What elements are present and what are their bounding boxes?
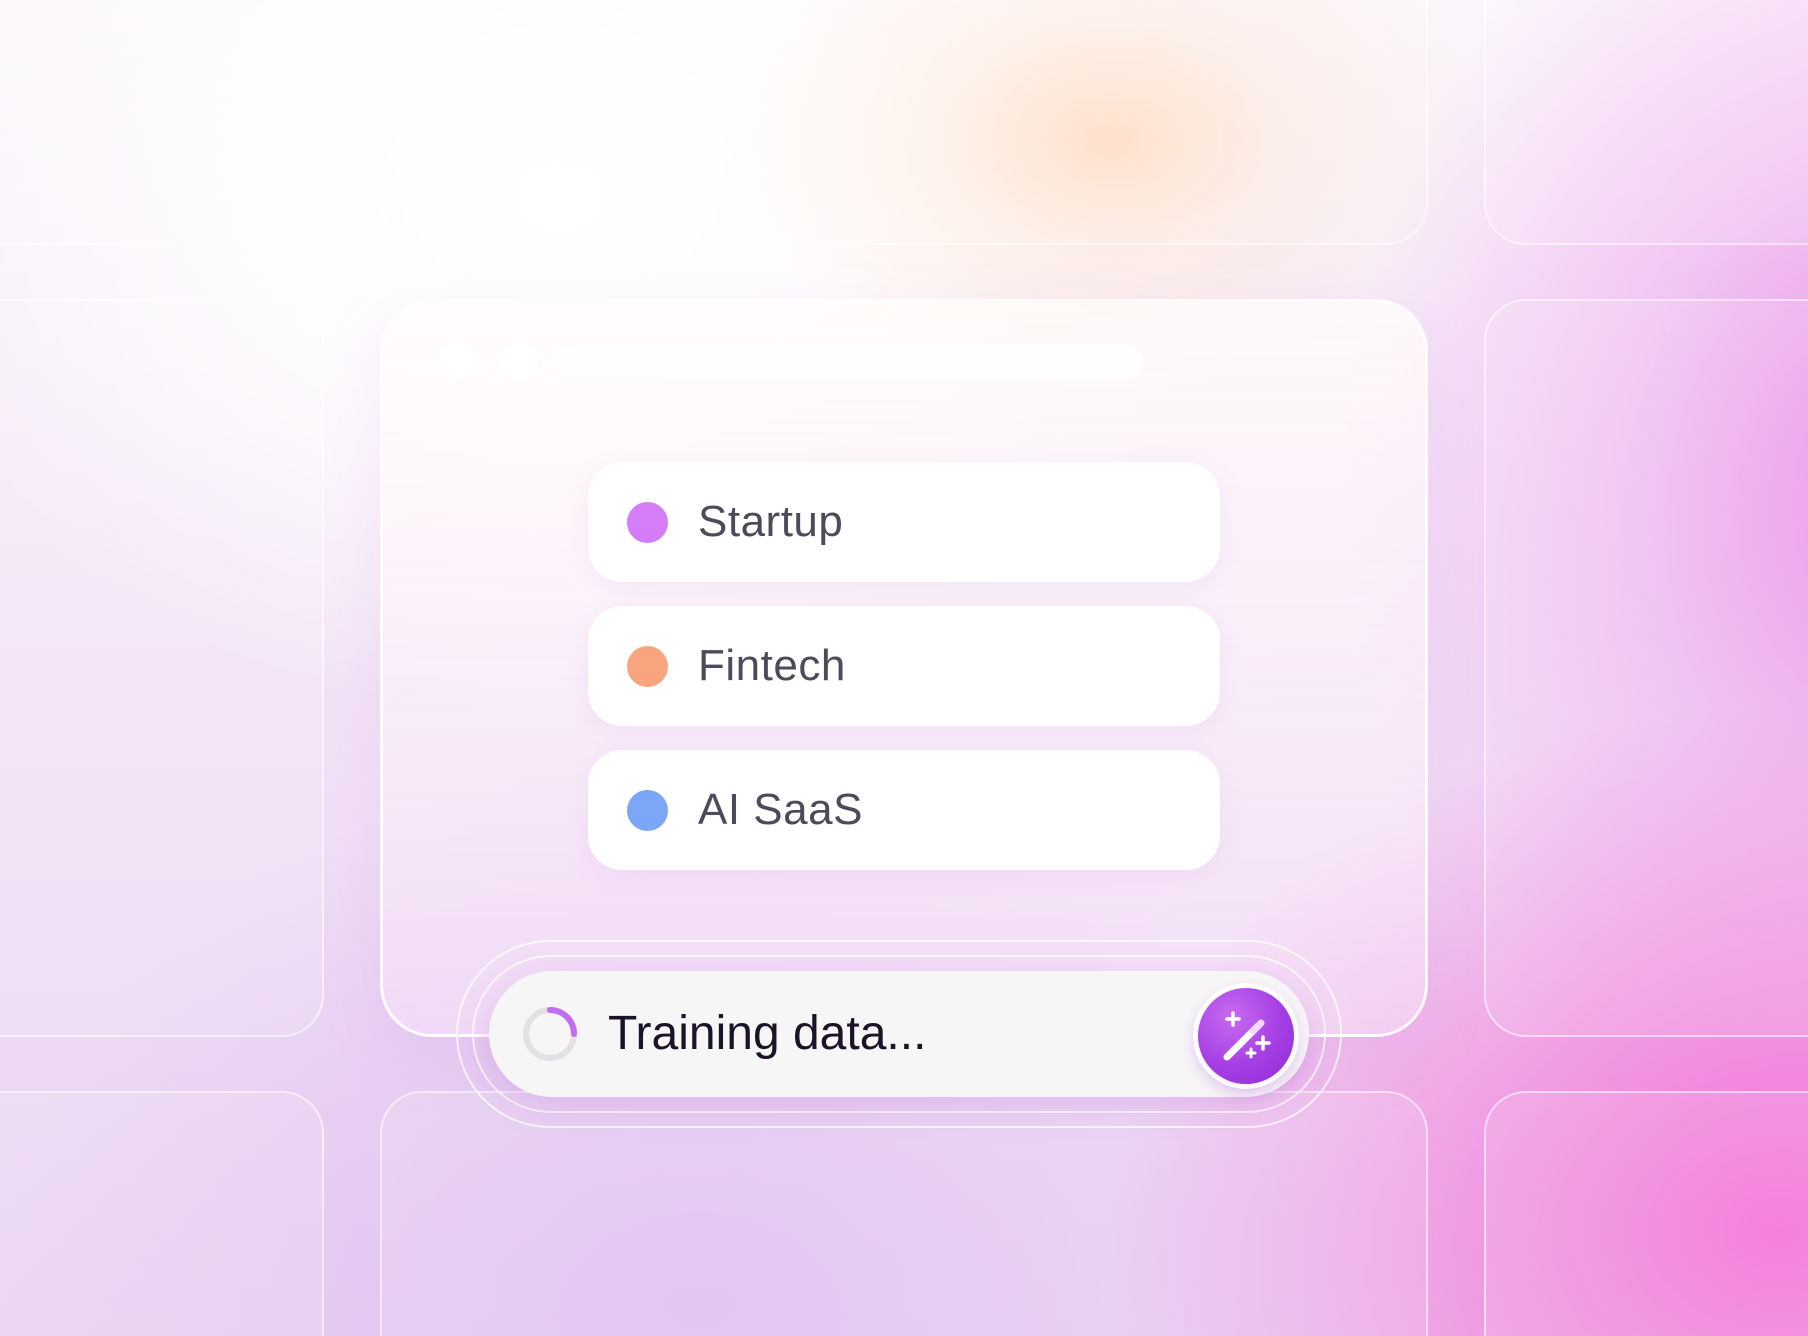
window-control-dot: [501, 342, 539, 380]
background-tile: [1484, 1091, 1808, 1336]
option-color-dot: [627, 501, 668, 543]
option-label: Fintech: [698, 641, 846, 690]
spinner-arc: [547, 1007, 577, 1037]
option-color-dot: [627, 645, 668, 687]
background-tile: [0, 1091, 324, 1336]
window-control-dot: [439, 342, 477, 380]
option-ai-saas[interactable]: AI SaaS: [588, 750, 1220, 870]
status-text: Training data...: [608, 1007, 927, 1060]
status-pill: Training data...: [489, 971, 1309, 1097]
option-fintech[interactable]: Fintech: [588, 606, 1220, 726]
background-tile: [0, 0, 324, 245]
background-tile: [1484, 299, 1808, 1037]
magic-wand-icon: [1223, 1011, 1271, 1061]
option-label: AI SaaS: [698, 785, 863, 834]
option-color-dot: [627, 789, 668, 831]
background-tile: [380, 0, 1428, 245]
window-address-bar: [551, 344, 1143, 380]
magic-generate-button[interactable]: [1198, 988, 1294, 1084]
background-tile: [0, 299, 324, 1037]
loading-spinner-icon: [523, 1007, 577, 1061]
option-startup[interactable]: Startup: [588, 462, 1220, 582]
option-label: Startup: [698, 497, 844, 546]
background-tile: [1484, 0, 1808, 245]
